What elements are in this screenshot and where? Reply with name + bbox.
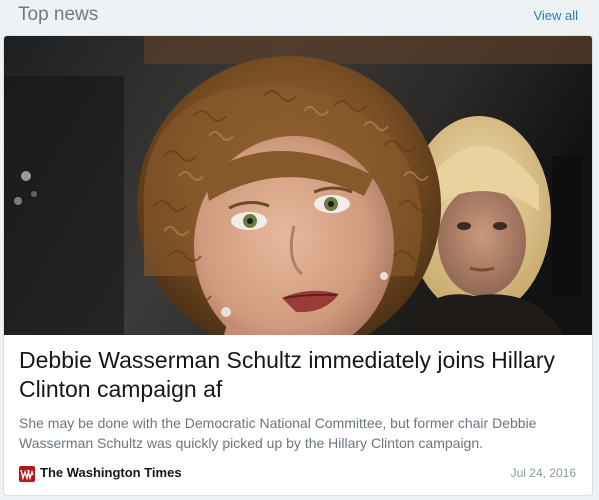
section-title: Top news <box>18 4 99 25</box>
article-date: Jul 24, 2016 <box>510 466 576 480</box>
article-summary: She may be done with the Democratic Nati… <box>19 415 537 451</box>
news-card[interactable]: Debbie Wasserman Schultz immediately joi… <box>3 35 593 496</box>
news-photo[interactable] <box>4 36 592 335</box>
article-headline[interactable]: Debbie Wasserman Schultz immediately joi… <box>19 346 579 404</box>
washington-times-logo-icon <box>19 466 35 482</box>
top-news-header: Top news View all <box>0 0 599 34</box>
source-name: The Washington Times <box>40 465 182 480</box>
view-all-link[interactable]: View all <box>533 8 578 23</box>
